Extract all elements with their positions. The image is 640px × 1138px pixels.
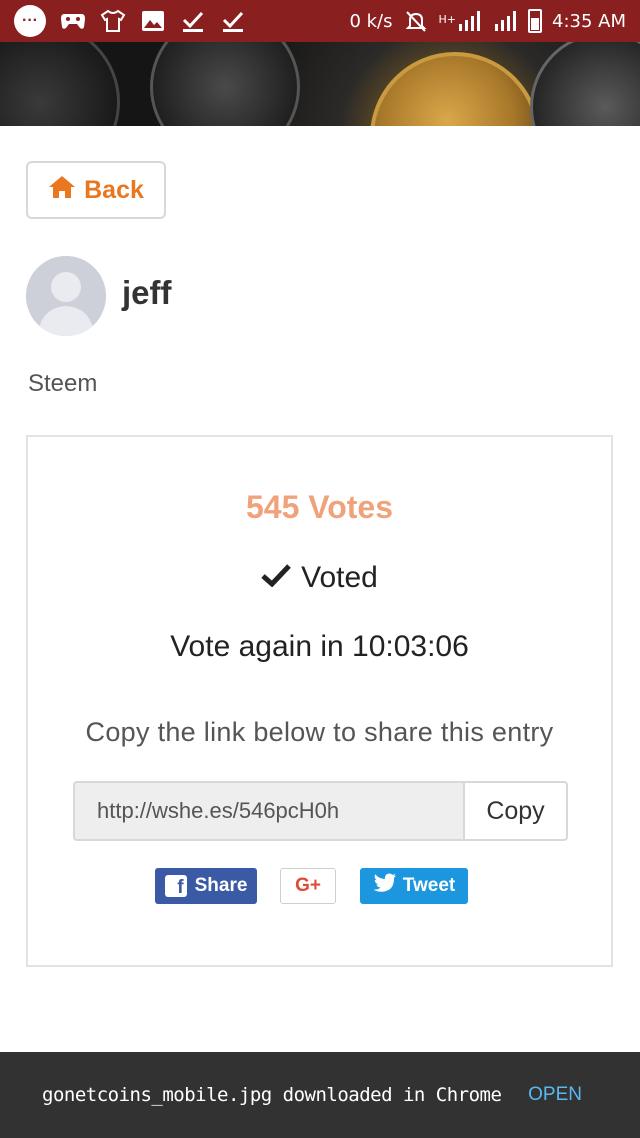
google-plus-label: G+ bbox=[295, 875, 321, 896]
battery-icon bbox=[528, 9, 542, 33]
back-button[interactable]: Back bbox=[26, 161, 166, 219]
snackbar-message: gonetcoins_mobile.jpg downloaded in Chro… bbox=[42, 1084, 502, 1106]
twitter-share-label: Tweet bbox=[402, 875, 456, 896]
net-speed: 0 k/s bbox=[349, 10, 393, 32]
facebook-icon: f bbox=[164, 875, 187, 897]
check-icon bbox=[261, 561, 291, 595]
image-icon bbox=[140, 9, 166, 33]
signal-icon bbox=[456, 9, 482, 33]
home-icon bbox=[48, 174, 76, 207]
voted-label: Voted bbox=[301, 561, 378, 594]
clock: 4:35 AM bbox=[552, 10, 626, 32]
header-banner bbox=[0, 42, 640, 126]
vote-countdown: Vote again in 10:03:06 bbox=[170, 630, 469, 663]
facebook-share-button[interactable]: f Share bbox=[155, 868, 257, 904]
facebook-share-label: Share bbox=[194, 875, 248, 896]
share-link-input[interactable] bbox=[73, 781, 463, 841]
bitcoin-icon bbox=[370, 52, 540, 126]
download-snackbar: gonetcoins_mobile.jpg downloaded in Chro… bbox=[0, 1052, 640, 1138]
controller-icon bbox=[60, 9, 86, 33]
vote-card: 545 Votes Voted Vote again in 10:03:06 C… bbox=[26, 435, 613, 967]
twitter-share-button[interactable]: Tweet bbox=[360, 868, 468, 904]
google-plus-share-button[interactable]: G+ bbox=[280, 868, 336, 904]
share-hint: Copy the link below to share this entry bbox=[85, 717, 554, 747]
default-user-icon bbox=[26, 256, 106, 336]
copy-button[interactable]: Copy bbox=[463, 781, 568, 841]
snackbar-open-button[interactable]: OPEN bbox=[528, 1084, 598, 1106]
username[interactable]: jeff bbox=[122, 274, 172, 312]
votes-count: 545 Votes bbox=[245, 489, 394, 525]
download-done-icon bbox=[220, 9, 246, 33]
coin-image bbox=[530, 42, 640, 126]
download-done-icon bbox=[180, 9, 206, 33]
network-type: H+ bbox=[438, 13, 457, 26]
status-bar: ··· 0 k/s H+ 4:35 AM bbox=[0, 0, 640, 42]
message-bubble-icon: ··· bbox=[14, 5, 46, 37]
back-button-label: Back bbox=[84, 175, 144, 204]
signal-icon bbox=[492, 9, 518, 33]
social-share-row: f Share G+ Tweet bbox=[28, 868, 611, 904]
share-link-group: Copy bbox=[73, 781, 568, 841]
category-label: Steem bbox=[28, 370, 98, 397]
coin-image bbox=[150, 42, 300, 126]
coin-image bbox=[0, 42, 120, 126]
bell-off-icon bbox=[403, 9, 429, 33]
shirt-icon bbox=[100, 9, 126, 33]
avatar[interactable] bbox=[26, 256, 106, 336]
twitter-icon bbox=[373, 873, 397, 899]
voted-status: Voted bbox=[28, 561, 611, 595]
